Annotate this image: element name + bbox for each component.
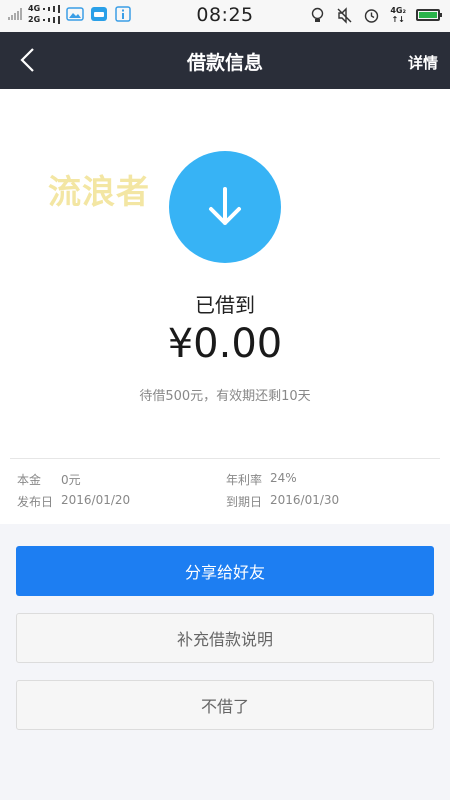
data-arrows-icon: ↑↓ [391,15,405,24]
status-right: 4G₂ ↑↓ [309,6,442,24]
principal-cell: 本金 0元 [17,471,81,488]
cancel-loan-button[interactable]: 不借了 [16,680,434,730]
rate-label: 年利率 [226,473,263,487]
rate-value: 24% [270,471,297,485]
loan-note: 待借500元，有效期还剩10天 [139,389,311,404]
loan-details: 本金 0元 年利率 24% 发布日 2016/01/20 到期日 2016/01… [0,469,450,513]
loan-summary-card: 流浪者 已借到 ¥0.00 待借500元，有效期还剩10天 本金 0元 年利率 … [0,89,450,524]
loan-status-label: 已借到 [195,293,255,317]
detail-link[interactable]: 详情 [408,52,438,73]
publish-label: 发布日 [17,495,54,509]
rate-cell: 年利率 24% [226,471,297,488]
divider [10,458,440,459]
principal-value: 0元 [61,473,81,487]
loan-amount: ¥0.00 [167,321,283,367]
details-row-2: 发布日 2016/01/20 到期日 2016/01/30 [0,491,450,513]
battery-icon [416,9,442,21]
mute-icon [337,6,352,24]
supplement-description-button[interactable]: 补充借款说明 [16,613,434,663]
due-label: 到期日 [226,495,263,509]
details-row-1: 本金 0元 年利率 24% [0,469,450,491]
down-arrow-icon [209,187,241,225]
principal-label: 本金 [17,473,42,487]
status-bar: 4G 2G 08:25 4G₂ ↑↓ [0,0,450,32]
share-button[interactable]: 分享给好友 [16,546,434,596]
data-network-label: 4G₂ ↑↓ [390,6,406,24]
nav-bar: 借款信息 详情 [0,32,450,89]
due-value: 2016/01/30 [270,493,340,507]
watermark-text: 流浪者 [48,172,150,211]
lightbulb-icon [312,7,324,22]
due-cell: 到期日 2016/01/30 [226,493,339,510]
loan-status-circle [169,151,281,263]
publish-cell: 发布日 2016/01/20 [17,493,130,510]
page-title: 借款信息 [186,52,263,74]
publish-value: 2016/01/20 [61,493,131,507]
alarm-icon [365,8,379,23]
